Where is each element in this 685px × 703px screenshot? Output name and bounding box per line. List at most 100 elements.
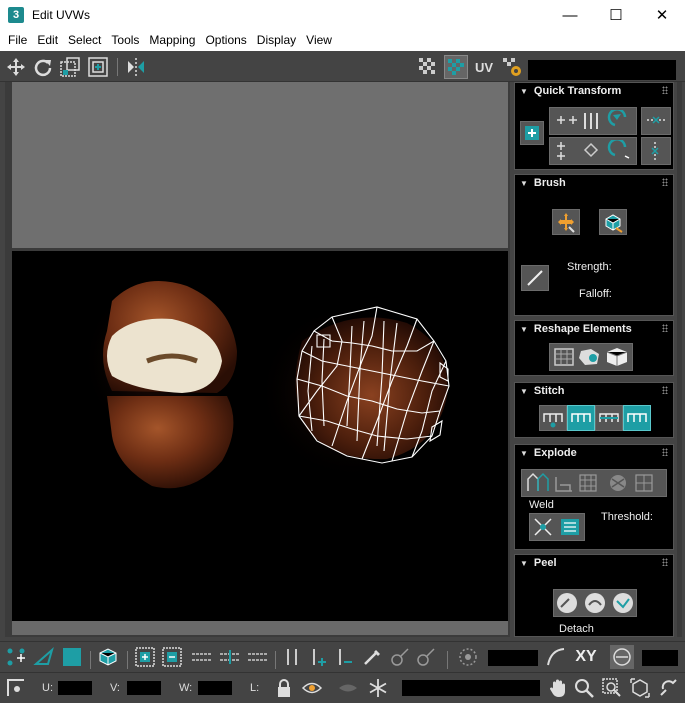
hide-icon[interactable] [300, 676, 324, 700]
rollout-header[interactable]: ▼ Stitch [520, 385, 564, 397]
soft-selection-icon[interactable] [456, 645, 480, 669]
u-coordinate-field[interactable] [58, 681, 92, 695]
texture-dropdown[interactable] [528, 60, 676, 80]
paint-move-icon[interactable] [552, 209, 580, 235]
panel-scrollbar[interactable] [677, 82, 682, 637]
grip-icon[interactable] [662, 558, 668, 566]
brush-grow-icon[interactable] [388, 645, 412, 669]
brush-falloff-icon[interactable] [521, 265, 549, 291]
maximize-button[interactable]: ☐ [593, 0, 639, 30]
grip-icon[interactable] [662, 178, 668, 186]
grip-icon[interactable] [662, 448, 668, 456]
explode-tools-icon[interactable] [521, 469, 667, 497]
w-coordinate-field[interactable] [198, 681, 232, 695]
snap-icon[interactable] [656, 676, 680, 700]
falloff-curve-icon[interactable] [544, 645, 568, 669]
menu-view[interactable]: View [301, 30, 337, 51]
rollout-title: Explode [533, 447, 577, 459]
menu-display[interactable]: Display [252, 30, 301, 51]
show-map-icon[interactable] [444, 55, 468, 79]
uv-space-toggle[interactable]: UV [472, 55, 496, 79]
brush-shrink-icon[interactable] [414, 645, 438, 669]
paint-select-icon[interactable] [360, 645, 384, 669]
point-to-point-icon[interactable] [280, 645, 304, 669]
unhide-icon[interactable] [336, 676, 360, 700]
space-vertical-icon[interactable] [641, 137, 671, 165]
menu-file[interactable]: File [3, 30, 32, 51]
weld-tools-icon[interactable] [529, 513, 585, 541]
freeze-icon[interactable] [366, 676, 390, 700]
zoom-extents-icon[interactable] [628, 676, 652, 700]
rollout-header[interactable]: ▼ Quick Transform [520, 85, 621, 97]
menu-bar: File Edit Select Tools Mapping Options D… [0, 30, 685, 51]
toolbar-separator [447, 651, 448, 669]
mirror-icon[interactable] [124, 55, 148, 79]
rollout-title: Brush [533, 177, 566, 189]
edge-select-icon[interactable] [32, 645, 56, 669]
absolute-offset-icon[interactable] [4, 676, 28, 700]
rollout-header[interactable]: ▼ Reshape Elements [520, 323, 632, 335]
menu-tools[interactable]: Tools [106, 30, 144, 51]
falloff-space-toggle[interactable]: XY [572, 645, 600, 669]
stitch-custom-icon[interactable] [539, 405, 567, 431]
uv-canvas[interactable] [12, 251, 508, 621]
rollout-title: Quick Transform [533, 85, 622, 97]
falloff-label: Falloff: [579, 288, 612, 300]
collapse-icon: ▼ [520, 558, 528, 568]
align-horizontal-icon[interactable] [549, 107, 637, 135]
lock-icon[interactable] [272, 676, 296, 700]
grip-icon[interactable] [662, 324, 668, 332]
select-overlap-icon[interactable] [306, 645, 330, 669]
rollout-quick-transform: ▼ Quick Transform [514, 82, 674, 170]
collapse-icon: ▼ [520, 324, 528, 334]
rollout-header[interactable]: ▼ Brush [520, 177, 566, 189]
element-select-icon[interactable] [96, 645, 120, 669]
peel-tools-icon[interactable] [553, 589, 637, 617]
rotate-icon[interactable] [31, 55, 55, 79]
scale-icon[interactable] [58, 55, 82, 79]
strength-label: Strength: [567, 261, 612, 273]
pan-icon[interactable] [546, 676, 570, 700]
zoom-region-icon[interactable] [600, 676, 624, 700]
viewport-scroll-region [12, 621, 508, 635]
align-vertical-icon[interactable] [549, 137, 637, 165]
minimize-button[interactable]: — [547, 0, 593, 30]
reshape-tools-icon[interactable] [549, 343, 633, 371]
checker-pattern-icon[interactable] [416, 55, 440, 79]
edge-distance-icon[interactable] [610, 645, 634, 669]
stitch-to-average-icon[interactable] [595, 405, 623, 431]
texture-settings-icon[interactable] [500, 55, 524, 79]
freeform-icon[interactable] [86, 55, 110, 79]
menu-select[interactable]: Select [63, 30, 106, 51]
vertex-select-icon[interactable] [4, 645, 28, 669]
toolbar-separator [275, 651, 276, 669]
edit-uvws-window: 3 Edit UVWs — ☐ ✕ File Edit Select Tools… [0, 0, 685, 703]
stitch-to-source-icon[interactable] [567, 405, 595, 431]
soft-selection-field[interactable] [488, 650, 538, 666]
v-coordinate-field[interactable] [127, 681, 161, 695]
grip-icon[interactable] [662, 86, 668, 94]
move-icon[interactable] [4, 55, 28, 79]
zoom-icon[interactable] [572, 676, 596, 700]
grip-icon[interactable] [662, 386, 668, 394]
loop-ring-select-icon[interactable] [190, 645, 270, 669]
space-horizontal-icon[interactable] [641, 107, 671, 135]
edge-distance-field[interactable] [642, 650, 678, 666]
stitch-to-target-icon[interactable] [623, 405, 651, 431]
select-flipped-icon[interactable] [332, 645, 356, 669]
threshold-label: Threshold: [601, 511, 653, 523]
rollout-header[interactable]: ▼ Explode [520, 447, 577, 459]
close-button[interactable]: ✕ [639, 0, 685, 30]
filter-dropdown[interactable] [402, 680, 540, 696]
weld-label: Weld [529, 499, 554, 511]
relax-brush-icon[interactable] [599, 209, 627, 235]
toolbar-separator [90, 651, 91, 669]
align-pivot-icon[interactable] [520, 121, 544, 145]
grow-selection-icon[interactable] [133, 645, 157, 669]
rollout-header[interactable]: ▼ Peel [520, 557, 557, 569]
menu-options[interactable]: Options [200, 30, 251, 51]
shrink-selection-icon[interactable] [160, 645, 184, 669]
face-select-icon[interactable] [60, 645, 84, 669]
menu-mapping[interactable]: Mapping [144, 30, 200, 51]
menu-edit[interactable]: Edit [32, 30, 63, 51]
